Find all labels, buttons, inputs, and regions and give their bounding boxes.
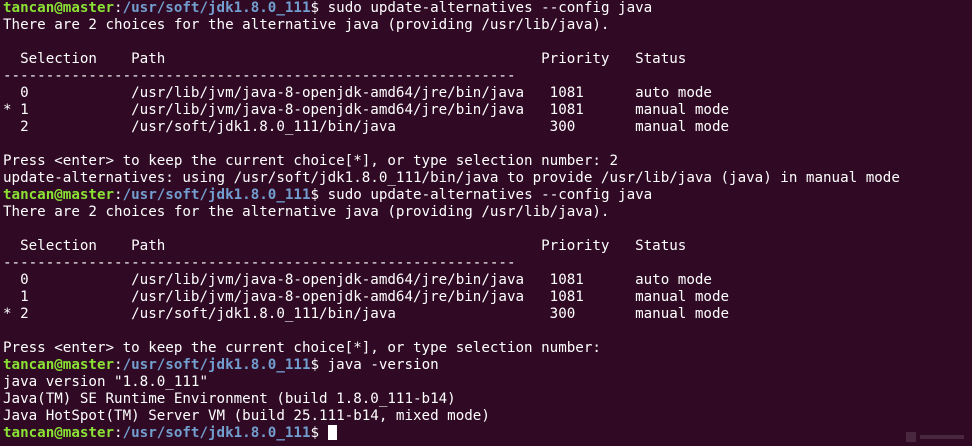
output-text: 2 /usr/soft/jdk1.8.0_111/bin/java 300 ma… [3,119,730,135]
output-text: 0 /usr/lib/jvm/java-8-openjdk-amd64/jre/… [3,85,712,101]
prompt-symbol: $ [310,0,328,16]
output-text: Press <enter> to keep the current choice… [3,153,618,169]
prompt-cwd: /usr/soft/jdk1.8.0_111 [122,425,311,441]
output-line: 1 /usr/lib/jvm/java-8-openjdk-amd64/jre/… [3,289,972,306]
watermark-logo-icon [906,432,964,442]
output-text: Press <enter> to keep the current choice… [3,340,601,356]
prompt-separator: : [114,425,123,441]
command-text: sudo update-alternatives --config java [327,0,653,16]
output-line: * 1 /usr/lib/jvm/java-8-openjdk-amd64/jr… [3,102,972,119]
output-text: 0 /usr/lib/jvm/java-8-openjdk-amd64/jre/… [3,272,712,288]
output-text: Selection Path Priority Status [3,51,687,67]
output-text: Java HotSpot(TM) Server VM (build 25.111… [3,408,490,424]
prompt-symbol: $ [310,425,328,441]
terminal-window[interactable]: tancan@master:/usr/soft/jdk1.8.0_111$ su… [0,0,972,446]
output-line: Java HotSpot(TM) Server VM (build 25.111… [3,408,972,425]
prompt-separator: : [114,357,123,373]
prompt-cwd: /usr/soft/jdk1.8.0_111 [122,357,311,373]
output-line: ----------------------------------------… [3,68,972,85]
command-text: sudo update-alternatives --config java [327,187,653,203]
prompt-line: tancan@master:/usr/soft/jdk1.8.0_111$ ja… [3,357,972,374]
terminal-cursor[interactable] [327,425,337,440]
prompt-separator: : [114,0,123,16]
prompt-symbol: $ [310,187,328,203]
output-line: There are 2 choices for the alternative … [3,17,972,34]
prompt-user-host: tancan@master [3,0,115,16]
output-text: ----------------------------------------… [3,255,516,271]
prompt-line: tancan@master:/usr/soft/jdk1.8.0_111$ su… [3,187,972,204]
prompt-separator: : [114,187,123,203]
output-text: java version "1.8.0_111" [3,374,208,390]
prompt-user-host: tancan@master [3,425,115,441]
prompt-symbol: $ [310,357,328,373]
output-line: Java(TM) SE Runtime Environment (build 1… [3,391,972,408]
output-text: update-alternatives: using /usr/soft/jdk… [3,170,900,186]
output-text: Selection Path Priority Status [3,238,687,254]
output-line: 0 /usr/lib/jvm/java-8-openjdk-amd64/jre/… [3,272,972,289]
terminal-output: tancan@master:/usr/soft/jdk1.8.0_111$ su… [3,0,972,442]
output-line: ----------------------------------------… [3,255,972,272]
output-text: There are 2 choices for the alternative … [3,204,610,220]
prompt-user-host: tancan@master [3,357,115,373]
output-line: java version "1.8.0_111" [3,374,972,391]
output-line: Press <enter> to keep the current choice… [3,153,972,170]
command-text: java -version [327,357,439,373]
prompt-cwd: /usr/soft/jdk1.8.0_111 [122,187,311,203]
output-text: 1 /usr/lib/jvm/java-8-openjdk-amd64/jre/… [3,289,730,305]
output-line: There are 2 choices for the alternative … [3,204,972,221]
output-text: * 1 /usr/lib/jvm/java-8-openjdk-amd64/jr… [3,102,730,118]
prompt-line: tancan@master:/usr/soft/jdk1.8.0_111$ [3,425,972,442]
output-line: 2 /usr/soft/jdk1.8.0_111/bin/java 300 ma… [3,119,972,136]
output-line: Selection Path Priority Status [3,238,972,255]
output-line: 0 /usr/lib/jvm/java-8-openjdk-amd64/jre/… [3,85,972,102]
output-line: update-alternatives: using /usr/soft/jdk… [3,170,972,187]
output-text: * 2 /usr/soft/jdk1.8.0_111/bin/java 300 … [3,306,730,322]
output-line: Selection Path Priority Status [3,51,972,68]
prompt-cwd: /usr/soft/jdk1.8.0_111 [122,0,311,16]
output-line: * 2 /usr/soft/jdk1.8.0_111/bin/java 300 … [3,306,972,323]
output-text: ----------------------------------------… [3,68,516,84]
prompt-line: tancan@master:/usr/soft/jdk1.8.0_111$ su… [3,0,972,17]
output-text: There are 2 choices for the alternative … [3,17,610,33]
prompt-user-host: tancan@master [3,187,115,203]
output-line: Press <enter> to keep the current choice… [3,340,972,357]
output-text: Java(TM) SE Runtime Environment (build 1… [3,391,456,407]
